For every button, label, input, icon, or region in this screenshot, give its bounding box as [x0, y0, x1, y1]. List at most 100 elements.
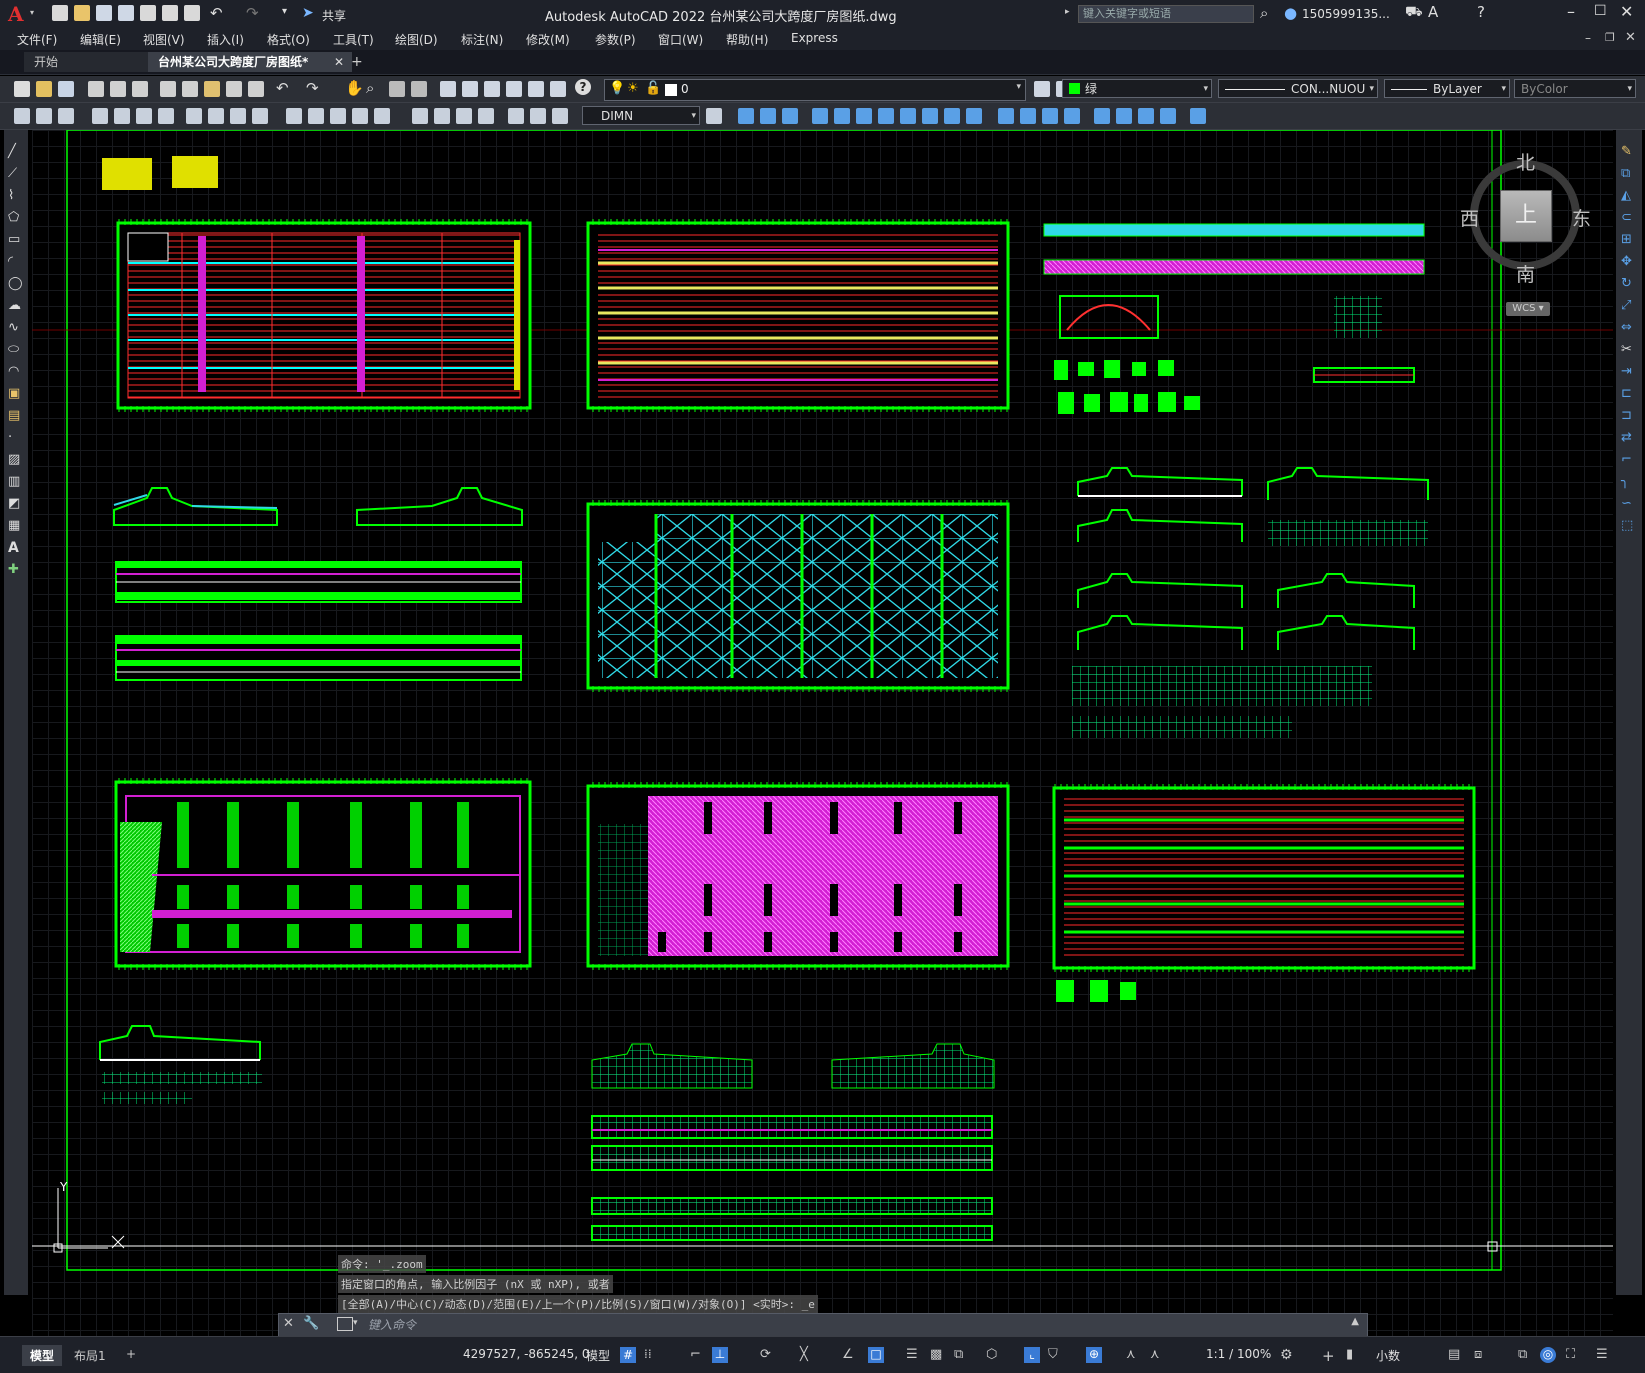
match-properties-icon[interactable] — [226, 81, 242, 97]
dim-angular-icon[interactable] — [186, 108, 202, 124]
object-snap-tracking-icon[interactable]: ∠ — [842, 1347, 858, 1363]
open-icon[interactable] — [74, 5, 92, 23]
eraser-icon[interactable]: ✎ — [1621, 144, 1637, 159]
command-expand-icon[interactable]: ▲ — [1351, 1316, 1359, 1327]
share-icon[interactable]: ➤ — [302, 5, 314, 21]
side-join-icon[interactable]: ⇄ — [1621, 430, 1637, 445]
rectangle-icon[interactable]: ▭ — [8, 232, 24, 247]
compass-west[interactable]: 西 — [1460, 204, 1479, 231]
side-blend-icon[interactable]: ∽ — [1621, 496, 1637, 511]
polar-icon[interactable]: ⟳ — [760, 1347, 776, 1363]
dim-aligned-icon[interactable] — [36, 108, 52, 124]
zoom-realtime-icon[interactable]: ⌕ — [366, 79, 374, 97]
dim-edit-icon[interactable] — [434, 108, 450, 124]
autocad-logo-icon[interactable]: A — [8, 3, 30, 25]
circle-icon[interactable]: ◯ — [8, 276, 24, 291]
redo-icon[interactable]: ↷ — [246, 4, 259, 22]
side-fillet-icon[interactable]: ╮ — [1621, 474, 1637, 489]
inspection-icon[interactable] — [374, 108, 390, 124]
publish-icon[interactable] — [140, 5, 158, 23]
customization-icon[interactable]: ☰ — [1596, 1347, 1612, 1363]
maximize-icon[interactable]: ☐ — [1594, 3, 1607, 19]
construction-line-icon[interactable]: ⟋ — [8, 166, 24, 181]
paste-icon[interactable] — [204, 81, 220, 97]
side-copy-icon[interactable]: ⧉ — [1621, 166, 1637, 181]
copy-object-icon[interactable] — [760, 108, 776, 124]
dim-break-icon[interactable] — [308, 108, 324, 124]
side-offset-icon[interactable]: ⊂ — [1621, 210, 1637, 225]
menu-help[interactable]: 帮助(H) — [726, 31, 768, 48]
dim-continue-icon[interactable] — [252, 108, 268, 124]
dim-override-icon[interactable] — [508, 108, 524, 124]
color-control[interactable]: 绿 ▾ — [1062, 79, 1212, 98]
side-explode-icon[interactable]: ⬚ — [1621, 518, 1637, 533]
menu-file[interactable]: 文件(F) — [17, 31, 57, 48]
pan-icon[interactable]: ✋ — [345, 79, 364, 97]
polyline-icon[interactable]: ⌇ — [8, 188, 24, 203]
workspace-gear-icon[interactable]: ⚙ — [1280, 1347, 1296, 1363]
insert-block-icon[interactable]: ▣ — [8, 386, 24, 401]
side-extend-icon[interactable]: ⇥ — [1621, 364, 1637, 379]
menu-express[interactable]: Express — [791, 31, 838, 45]
app-menu-arrow-icon[interactable]: ▾ — [30, 8, 34, 17]
lengthen-icon[interactable] — [1116, 108, 1132, 124]
auto-scale-icon[interactable]: ⋏ — [1150, 1347, 1166, 1363]
tab-close-icon[interactable]: ✕ — [334, 52, 344, 72]
ellipse-icon[interactable]: ⬭ — [8, 342, 24, 357]
command-recent-icon[interactable] — [337, 1317, 353, 1331]
graphics-performance-icon[interactable]: ◎ — [1540, 1347, 1556, 1363]
ellipse-arc-icon[interactable]: ◠ — [8, 364, 24, 379]
clean-screen-icon[interactable]: ⛶ — [1566, 1347, 1582, 1363]
dim-style-manager-icon[interactable] — [552, 108, 568, 124]
command-close-icon[interactable]: ✕ — [283, 1316, 294, 1331]
save-icon[interactable] — [96, 5, 114, 23]
pedit-icon[interactable] — [1160, 108, 1176, 124]
isodraft-icon[interactable]: ╳ — [800, 1347, 816, 1363]
fillet-icon[interactable] — [944, 108, 960, 124]
side-mirror-icon[interactable]: ◭ — [1621, 188, 1637, 203]
jogged-linear-icon[interactable] — [412, 108, 428, 124]
region-icon[interactable]: ◩ — [8, 496, 24, 511]
menu-parametric[interactable]: 参数(P) — [595, 31, 636, 48]
line-icon[interactable]: ╱ — [8, 144, 24, 159]
layout1-tab[interactable]: 布局1 — [66, 1345, 114, 1366]
doc-close-icon[interactable]: ✕ — [1625, 30, 1636, 45]
selection-filter-icon[interactable]: ⛉ — [1048, 1347, 1064, 1363]
dim-diameter-icon[interactable] — [158, 108, 174, 124]
plotstyle-control[interactable]: ByColor ▾ — [1514, 79, 1636, 98]
side-rotate-icon[interactable]: ↻ — [1621, 276, 1637, 291]
command-input[interactable]: 键入命令 — [368, 1316, 1068, 1333]
command-customize-icon[interactable]: 🔧 — [303, 1316, 319, 1331]
scale-icon[interactable] — [856, 108, 872, 124]
dim-update-icon[interactable] — [478, 108, 494, 124]
cut-icon[interactable] — [160, 81, 176, 97]
viewcube[interactable]: 上 北 南 东 西 WCS ▾ — [1460, 148, 1591, 316]
model-tab[interactable]: 模型 — [22, 1345, 63, 1366]
dimstyle-manager-button-icon[interactable] — [706, 108, 722, 124]
toolbar-help-icon[interactable]: ? — [575, 79, 591, 95]
toolbar-redo-icon[interactable]: ↷ — [306, 79, 319, 97]
hatch-icon[interactable]: ▨ — [8, 452, 24, 467]
table-icon[interactable]: ▦ — [8, 518, 24, 533]
side-stretch-icon[interactable]: ⇔ — [1621, 320, 1637, 335]
close-icon[interactable]: ✕ — [1620, 2, 1633, 21]
menu-view[interactable]: 视图(V) — [143, 31, 185, 48]
tolerance-icon[interactable] — [330, 108, 346, 124]
dynamic-ucs-icon[interactable]: ⌞ — [1024, 1347, 1040, 1363]
help-icon[interactable]: ? — [1477, 3, 1485, 21]
menu-format[interactable]: 格式(O) — [267, 31, 310, 48]
snap-icon[interactable]: ⁞⁞ — [644, 1347, 660, 1363]
grid-icon[interactable]: # — [620, 1347, 636, 1363]
gizmo-icon[interactable]: ⊕ — [1086, 1347, 1102, 1363]
break-icon[interactable] — [1094, 108, 1110, 124]
menu-window[interactable]: 窗口(W) — [658, 31, 703, 48]
properties-icon[interactable] — [440, 81, 456, 97]
menu-insert[interactable]: 插入(I) — [207, 31, 244, 48]
side-trim-icon[interactable]: ✂ — [1621, 342, 1637, 357]
side-break-point-icon[interactable]: ⊏ — [1621, 386, 1637, 401]
dim-ordinate-icon[interactable] — [92, 108, 108, 124]
draworder-icon[interactable] — [1190, 108, 1206, 124]
menu-modify[interactable]: 修改(M) — [526, 31, 570, 48]
dim-linear-icon[interactable] — [14, 108, 30, 124]
viewcube-top-face[interactable]: 上 — [1500, 190, 1552, 242]
